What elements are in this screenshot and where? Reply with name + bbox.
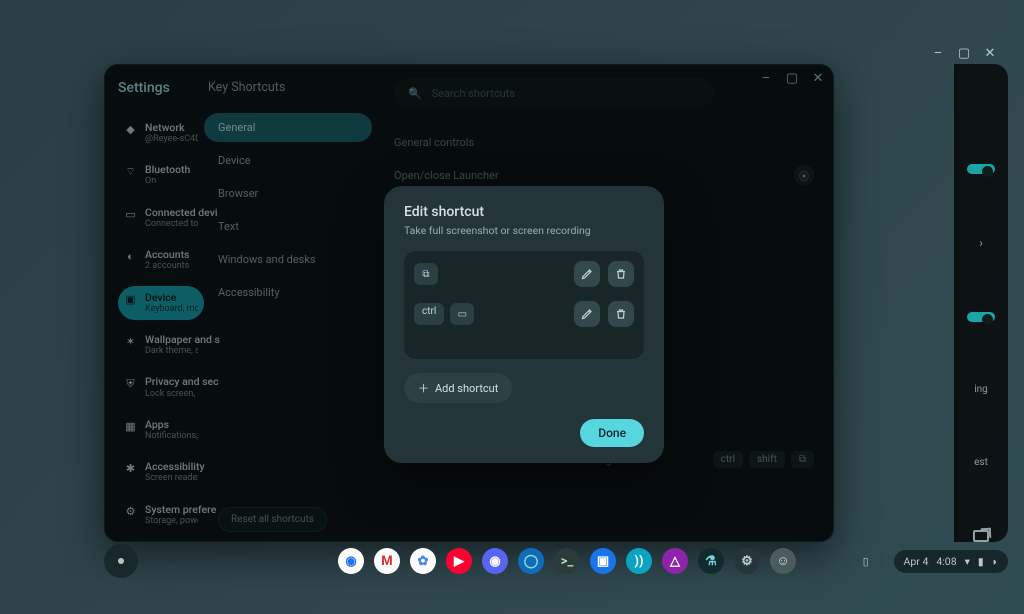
shelf-app-avatar[interactable]: ☺ — [770, 548, 796, 574]
shelf-app-flask[interactable]: ⚗ — [698, 548, 724, 574]
outer-window-controls: – ▢ ✕ — [863, 42, 1008, 64]
wifi-icon: ▾ — [965, 555, 970, 568]
background-panel-strip: › ing est — [954, 64, 1008, 542]
system-tray[interactable]: ▯ Apr 4 4:08 ▾ ▮ ◗ — [850, 550, 1008, 573]
minimize-icon[interactable]: – — [930, 45, 946, 61]
tray-separator — [850, 552, 851, 570]
toggle-switch[interactable] — [967, 312, 995, 322]
phone-hub-icon[interactable]: ▯ — [863, 555, 869, 568]
shortcut-entries: ⧉ ctrl ▭ — [404, 251, 644, 359]
dialog-description: Take full screenshot or screen recording — [404, 224, 644, 237]
shelf-app-chrome[interactable]: ◉ — [338, 548, 364, 574]
battery-icon: ▮ — [978, 555, 984, 568]
open-external-icon[interactable] — [973, 530, 989, 542]
shelf-app-photos[interactable]: ✿ — [410, 548, 436, 574]
truncated-text: est — [974, 457, 988, 468]
expand-icon: ◗ — [992, 555, 998, 568]
shelf-app-gmail[interactable]: M — [374, 548, 400, 574]
add-shortcut-button[interactable]: ＋ Add shortcut — [404, 373, 512, 403]
shortcut-entry: ⧉ — [414, 261, 634, 287]
tray-date: Apr 4 — [904, 555, 929, 568]
done-button[interactable]: Done — [580, 419, 644, 447]
shelf-app-files[interactable]: ▣ — [590, 548, 616, 574]
shelf-app-pwa2[interactable]: △ — [662, 548, 688, 574]
status-area[interactable]: Apr 4 4:08 ▾ ▮ ◗ — [894, 550, 1008, 573]
edit-shortcut-button[interactable] — [574, 261, 600, 287]
plus-icon: ＋ — [418, 380, 429, 396]
truncated-text: ing — [974, 384, 988, 395]
key-ctrl: ctrl — [414, 303, 444, 325]
settings-window: – ▢ ✕ Settings ◆ Network@Reyee-sC4DD_ ⌔ … — [104, 64, 834, 542]
tray-separator — [881, 552, 882, 570]
shelf-app-edge[interactable]: ◯ — [518, 548, 544, 574]
tray-time: 4:08 — [936, 555, 956, 568]
edit-shortcut-button[interactable] — [574, 301, 600, 327]
edit-shortcut-dialog: Edit shortcut Take full screenshot or sc… — [384, 186, 664, 463]
shortcut-entry: ctrl ▭ — [414, 301, 634, 327]
delete-shortcut-button[interactable] — [608, 261, 634, 287]
chevron-right-icon[interactable]: › — [979, 236, 983, 250]
launcher-button[interactable] — [104, 544, 138, 578]
close-icon[interactable]: ✕ — [982, 45, 998, 61]
shelf-app-terminal[interactable]: >_ — [554, 548, 580, 574]
add-shortcut-label: Add shortcut — [435, 382, 498, 395]
maximize-icon[interactable]: ▢ — [956, 45, 972, 61]
shelf-app-discord[interactable]: ◉ — [482, 548, 508, 574]
toggle-switch[interactable] — [967, 164, 995, 174]
dialog-title: Edit shortcut — [404, 204, 644, 220]
shelf-app-pwa1[interactable]: )) — [626, 548, 652, 574]
key-show-windows-icon: ▭ — [450, 303, 474, 325]
shelf-apps: ◉ M ✿ ▶ ◉ ◯ >_ ▣)) △ ⚗ ⚙ ☺ — [338, 548, 796, 574]
key-overview-icon: ⧉ — [414, 263, 438, 285]
delete-shortcut-button[interactable] — [608, 301, 634, 327]
shelf-app-youtube[interactable]: ▶ — [446, 548, 472, 574]
shelf-app-settings[interactable]: ⚙ — [734, 548, 760, 574]
shelf: ◉ M ✿ ▶ ◉ ◯ >_ ▣)) △ ⚗ ⚙ ☺ ▯ Apr 4 4:08 ▾ ▮ ◗ — [104, 542, 1008, 580]
